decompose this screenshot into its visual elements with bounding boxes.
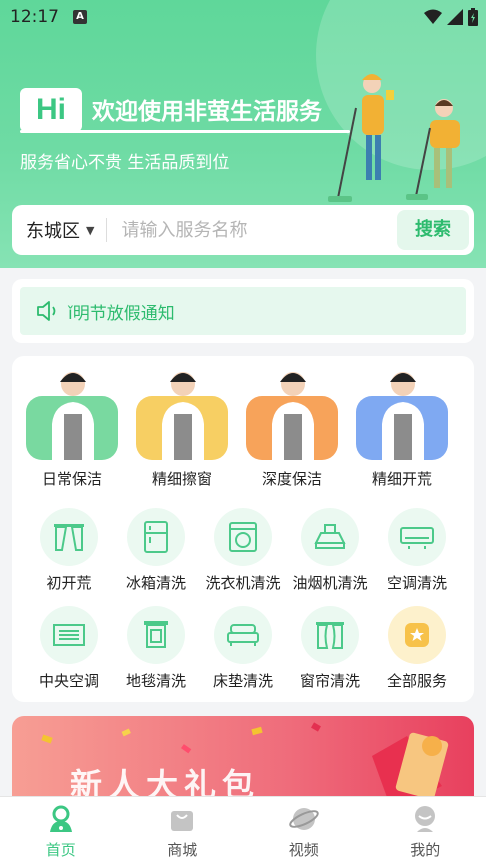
search-divider — [106, 218, 108, 242]
tab-video[interactable]: 视频 — [243, 797, 365, 864]
search-button[interactable]: 搜索 — [397, 210, 469, 250]
caret-down-icon[interactable]: ▼ — [86, 224, 94, 237]
tab-label: 我的 — [410, 841, 441, 859]
window-cleaning-image — [136, 372, 228, 460]
city-selector[interactable]: 东城区 — [26, 217, 80, 243]
bottom-tab-bar: 首页 商城 视频 我的 — [0, 796, 486, 864]
speaker-icon — [37, 301, 56, 321]
cleaner-avatar-icon — [272, 372, 314, 460]
header-hero: 12:17 A Hi 欢迎使用非萤生活服务 服务省心不贵 生活品质到位 东城区 … — [0, 0, 486, 268]
tab-label: 视频 — [288, 841, 319, 859]
service-initial-pioneering[interactable]: 初开荒 — [25, 508, 113, 593]
welcome-title: 欢迎使用非萤生活服务 — [92, 99, 322, 125]
service-curtain[interactable]: 窗帘清洗 — [286, 606, 374, 691]
carpet-icon — [127, 606, 185, 664]
deep-cleaning-image — [246, 372, 338, 460]
service-label: 洗衣机清洗 — [205, 574, 281, 592]
tab-profile[interactable]: 我的 — [365, 797, 486, 864]
profile-icon — [365, 803, 486, 835]
service-label: 床垫清洗 — [212, 672, 273, 690]
notice-banner[interactable]: ǐ明节放假通知 — [20, 287, 466, 335]
service-label: 窗帘清洗 — [299, 672, 360, 690]
service-label: 精细擦窗 — [151, 470, 212, 488]
service-label: 精细开荒 — [371, 470, 432, 488]
notification-icon: A — [73, 10, 87, 24]
service-carpet[interactable]: 地毯清洗 — [112, 606, 200, 691]
wifi-icon — [424, 9, 442, 24]
central-ac-icon — [40, 606, 98, 664]
mattress-icon — [214, 606, 272, 664]
service-all[interactable]: 全部服务 — [373, 606, 461, 691]
service-label: 空调清洗 — [386, 574, 447, 592]
search-bar: 东城区 ▼ 搜索 — [12, 205, 474, 255]
tab-label: 首页 — [45, 841, 76, 859]
service-label: 油烟机清洗 — [292, 574, 368, 592]
hi-badge: Hi — [20, 88, 82, 132]
tab-home[interactable]: 首页 — [0, 797, 122, 864]
status-time: 12:17 — [10, 7, 59, 27]
service-label: 日常保洁 — [41, 470, 102, 488]
service-central-ac[interactable]: 中央空调 — [25, 606, 113, 691]
status-icons — [424, 8, 478, 26]
service-label: 地毯清洗 — [125, 672, 186, 690]
fridge-icon — [127, 508, 185, 566]
service-label: 冰箱清洗 — [125, 574, 186, 592]
service-window-cleaning[interactable]: 精细擦窗 — [134, 356, 230, 489]
cleaner-avatar-icon — [52, 372, 94, 460]
curtain-open-icon — [40, 508, 98, 566]
shop-bag-icon — [122, 803, 244, 835]
search-input[interactable] — [121, 219, 382, 241]
service-air-conditioner[interactable]: 空调清洗 — [373, 508, 461, 593]
home-icon — [0, 803, 122, 835]
signal-icon — [447, 9, 463, 25]
slogan: 服务省心不贵 生活品质到位 — [20, 153, 230, 173]
service-washing-machine[interactable]: 洗衣机清洗 — [199, 508, 287, 593]
service-label: 初开荒 — [46, 574, 92, 592]
fine-pioneering-image — [356, 372, 448, 460]
service-mattress[interactable]: 床垫清洗 — [199, 606, 287, 691]
cleaner-avatar-icon — [382, 372, 424, 460]
service-label: 全部服务 — [386, 672, 447, 690]
service-fine-pioneering[interactable]: 精细开荒 — [354, 356, 450, 489]
cleaners-illustration — [328, 74, 460, 202]
star-icon — [388, 606, 446, 664]
service-fridge[interactable]: 冰箱清洗 — [112, 508, 200, 593]
status-bar: 12:17 A — [0, 0, 486, 34]
notice-text: ǐ明节放假通知 — [68, 303, 175, 324]
tab-label: 商城 — [167, 841, 198, 859]
notice-card[interactable]: ǐ明节放假通知 — [12, 279, 474, 343]
service-label: 深度保洁 — [261, 470, 322, 488]
air-conditioner-icon — [388, 508, 446, 566]
curtain-icon — [301, 606, 359, 664]
service-deep-cleaning[interactable]: 深度保洁 — [244, 356, 340, 489]
daily-cleaning-image — [26, 372, 118, 460]
battery-icon — [468, 8, 478, 26]
service-label: 中央空调 — [38, 672, 99, 690]
tab-shop[interactable]: 商城 — [122, 797, 244, 864]
washing-machine-icon — [214, 508, 272, 566]
range-hood-icon — [301, 508, 359, 566]
service-range-hood[interactable]: 油烟机清洗 — [286, 508, 374, 593]
services-panel: 日常保洁 精细擦窗 深度保洁 精细开荒 初开荒 冰箱清洗 洗衣机清洗 油烟机清洗… — [12, 356, 474, 702]
cleaner-avatar-icon — [162, 372, 204, 460]
planet-icon — [243, 803, 365, 835]
service-daily-cleaning[interactable]: 日常保洁 — [24, 356, 120, 489]
